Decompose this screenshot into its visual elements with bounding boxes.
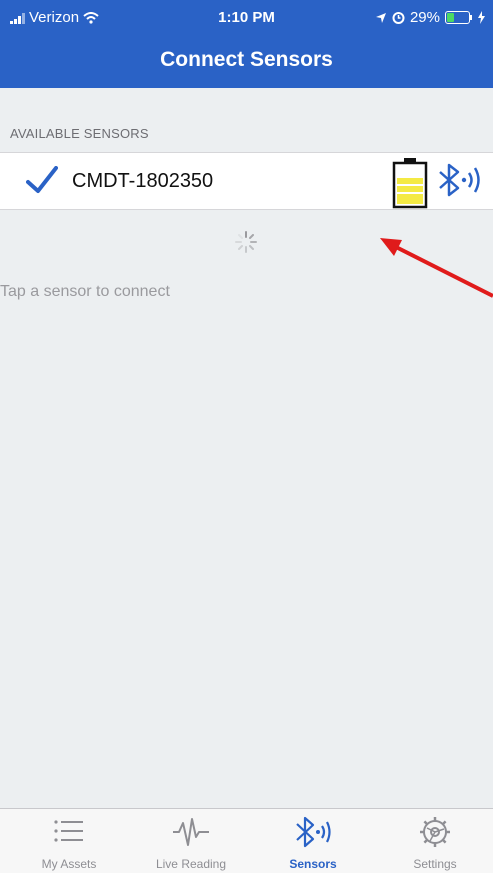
gear-icon	[420, 817, 450, 847]
loading-spinner-icon	[235, 231, 257, 253]
tab-sensors[interactable]: Sensors	[258, 809, 368, 873]
bluetooth-icon	[439, 163, 480, 197]
checkmark-icon	[26, 166, 58, 193]
tab-live-reading[interactable]: Live Reading	[136, 809, 246, 873]
list-icon	[54, 820, 83, 842]
location-icon	[375, 12, 386, 23]
tab-my-assets[interactable]: My Assets	[14, 809, 124, 873]
status-bar: Verizon 1:10 PM 29%	[0, 0, 493, 34]
tab-label: Sensors	[289, 857, 337, 871]
sensor-row[interactable]: CMDT-1802350	[0, 152, 493, 210]
waveform-icon	[173, 818, 209, 846]
battery-icon	[445, 11, 472, 24]
section-header: AVAILABLE SENSORS	[10, 126, 149, 141]
tab-label: My Assets	[41, 857, 97, 871]
connect-hint: Tap a sensor to connect	[0, 283, 170, 300]
tab-label: Settings	[413, 857, 457, 871]
tab-label: Live Reading	[155, 857, 227, 871]
navigation-bar: Connect Sensors	[0, 34, 493, 88]
bluetooth-icon	[296, 816, 331, 848]
tab-settings[interactable]: Settings	[380, 809, 490, 873]
alarm-icon	[392, 12, 405, 24]
charging-icon	[478, 11, 485, 24]
battery-percent: 29%	[409, 9, 440, 26]
page-title: Connect Sensors	[160, 48, 333, 71]
sensor-battery-icon	[392, 158, 428, 209]
tab-bar: My Assets Live Reading Sensors Settings	[0, 808, 493, 873]
sensor-name: CMDT-1802350	[72, 170, 214, 192]
